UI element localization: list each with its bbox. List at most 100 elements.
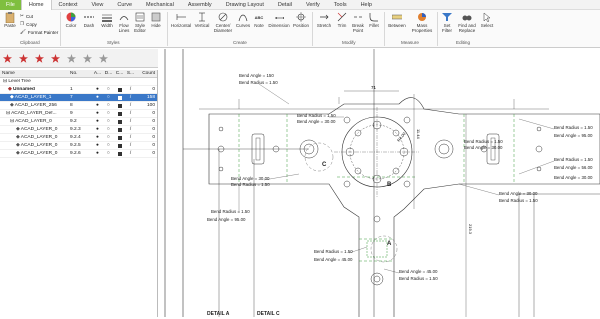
layer-row[interactable]: ◆ ACAD_LAYER_0 9.2.6 ● ○ / 0 bbox=[0, 150, 157, 158]
active-icon[interactable]: ● bbox=[92, 103, 103, 108]
menu-context[interactable]: Context bbox=[52, 0, 85, 10]
active-icon[interactable]: ● bbox=[92, 119, 103, 124]
dimension-button[interactable]: Dimension bbox=[268, 12, 290, 28]
display-icon[interactable]: ○ bbox=[103, 111, 114, 116]
active-icon[interactable]: ● bbox=[92, 87, 103, 92]
display-icon[interactable]: ○ bbox=[103, 127, 114, 132]
style-icon[interactable]: / bbox=[125, 119, 136, 124]
menu-view[interactable]: View bbox=[85, 0, 111, 10]
color-button[interactable]: Color bbox=[63, 12, 79, 28]
style-icon[interactable]: / bbox=[125, 111, 136, 116]
menu-detail[interactable]: Detail bbox=[271, 0, 299, 10]
star-red-icon[interactable] bbox=[50, 53, 61, 64]
active-icon[interactable]: ● bbox=[92, 143, 103, 148]
layer-row[interactable]: ⊟ Level Tree bbox=[0, 78, 157, 86]
note-button[interactable]: ABC Note bbox=[252, 12, 266, 29]
style-icon[interactable]: / bbox=[125, 87, 136, 92]
layers-panel: Name No. A... D... C... S... Count ⊟ Lev… bbox=[0, 70, 158, 317]
fillet-button[interactable]: Fillet bbox=[367, 12, 381, 28]
select-button[interactable]: Select bbox=[480, 12, 494, 28]
mass-properties-button[interactable]: Mass Properties bbox=[409, 12, 435, 33]
star-gray-icon[interactable] bbox=[66, 53, 77, 64]
color-swatch-icon[interactable] bbox=[114, 127, 125, 132]
menu-mechanical[interactable]: Mechanical bbox=[139, 0, 181, 10]
star-red-icon[interactable] bbox=[34, 53, 45, 64]
break-point-button[interactable]: Break Point bbox=[351, 12, 365, 33]
menu-curve[interactable]: Curve bbox=[110, 0, 139, 10]
between-button[interactable]: Between bbox=[387, 12, 407, 28]
layer-row[interactable]: ⊟ ACAD_LAYER_0 9.2 ● ○ / 0 bbox=[0, 118, 157, 126]
copy-button[interactable]: ❐ Copy bbox=[20, 21, 37, 27]
style-icon[interactable]: / bbox=[125, 151, 136, 156]
color-swatch-icon[interactable] bbox=[114, 103, 125, 108]
layer-row[interactable]: ◆ ACAD_LAYER_256 8 ● ○ / 100 bbox=[0, 102, 157, 110]
cut-button[interactable]: ✂ Cut bbox=[20, 13, 33, 19]
active-icon[interactable]: ● bbox=[92, 135, 103, 140]
center-diameter-button[interactable]: Center/ Diameter bbox=[212, 12, 234, 33]
menu-assembly[interactable]: Assembly bbox=[181, 0, 219, 10]
layers-header: Name No. A... D... C... S... Count bbox=[0, 70, 157, 78]
menu-file[interactable]: File bbox=[0, 0, 21, 10]
active-icon[interactable]: ● bbox=[92, 111, 103, 116]
style-icon[interactable]: / bbox=[125, 135, 136, 140]
display-icon[interactable]: ○ bbox=[103, 95, 114, 100]
horizontal-button[interactable]: Horizontal bbox=[170, 12, 192, 28]
style-icon[interactable]: / bbox=[125, 95, 136, 100]
style-icon[interactable]: / bbox=[125, 127, 136, 132]
star-red-icon[interactable] bbox=[18, 53, 29, 64]
color-swatch-icon[interactable] bbox=[114, 119, 125, 124]
layer-row[interactable]: ◆ ACAD_LAYER_0 9.2.4 ● ○ / 0 bbox=[0, 134, 157, 142]
style-icon[interactable]: / bbox=[125, 143, 136, 148]
format-painter-button[interactable]: 🖌 Format Painter bbox=[20, 29, 58, 35]
style-icon[interactable]: / bbox=[125, 103, 136, 108]
display-icon[interactable]: ○ bbox=[103, 87, 114, 92]
vertical-button[interactable]: Vertical bbox=[194, 12, 210, 28]
active-icon[interactable]: ● bbox=[92, 151, 103, 156]
color-swatch-icon[interactable] bbox=[114, 143, 125, 148]
menu-home[interactable]: Home bbox=[20, 0, 52, 10]
layer-row[interactable]: ⊟ ACAD_LAYER_Def... 9 ● ○ / 0 bbox=[0, 110, 157, 118]
stretch-button[interactable]: Stretch bbox=[315, 12, 333, 28]
star-gray-icon[interactable] bbox=[98, 53, 109, 64]
color-swatch-icon[interactable] bbox=[114, 151, 125, 156]
color-swatch-icon[interactable] bbox=[114, 135, 125, 140]
display-icon[interactable]: ○ bbox=[103, 103, 114, 108]
display-icon[interactable]: ○ bbox=[103, 143, 114, 148]
star-gray-icon[interactable] bbox=[82, 53, 93, 64]
display-icon[interactable]: ○ bbox=[103, 151, 114, 156]
detail-label: A bbox=[387, 241, 392, 247]
dash-button[interactable]: Dash bbox=[81, 12, 97, 28]
flow-lines-button[interactable]: Flow Lines bbox=[117, 12, 131, 33]
bend-annotation: Bend Angle = 30.00 bbox=[231, 176, 270, 181]
color-swatch-icon[interactable] bbox=[114, 87, 125, 92]
active-icon[interactable]: ● bbox=[92, 95, 103, 100]
hide-button[interactable]: Hide bbox=[149, 12, 163, 28]
position-icon bbox=[296, 12, 306, 22]
detail-label: B bbox=[387, 182, 392, 188]
layer-row[interactable]: ◆ ACAD_LAYER_0 9.2.5 ● ○ / 0 bbox=[0, 142, 157, 150]
trim-button[interactable]: Trim bbox=[335, 12, 349, 28]
color-swatch-icon[interactable] bbox=[114, 111, 125, 116]
menu-verify[interactable]: Verify bbox=[299, 0, 327, 10]
find-replace-button[interactable]: Find and Replace bbox=[456, 12, 478, 33]
layer-row[interactable]: ◆ ACAD_LAYER_0 9.2.3 ● ○ / 0 bbox=[0, 126, 157, 134]
display-icon[interactable]: ○ bbox=[103, 119, 114, 124]
menu-tools[interactable]: Tools bbox=[327, 0, 354, 10]
layer-row[interactable]: ◆ Unnamed 1 ● ○ / 0 bbox=[0, 86, 157, 94]
paste-button[interactable]: Paste bbox=[3, 11, 17, 28]
active-icon[interactable]: ● bbox=[92, 127, 103, 132]
set-filter-button[interactable]: Set Filter bbox=[440, 12, 454, 33]
layer-row-selected[interactable]: ◆ ACAD_LAYER_1 7 ● ○ / 158 bbox=[0, 94, 157, 102]
menu-drawing-layout[interactable]: Drawing Layout bbox=[219, 0, 271, 10]
width-button[interactable]: Width bbox=[99, 12, 115, 28]
curves-button[interactable]: Curves bbox=[236, 12, 250, 28]
color-swatch-icon[interactable] bbox=[114, 95, 125, 100]
display-icon[interactable]: ○ bbox=[103, 135, 114, 140]
menu-help[interactable]: Help bbox=[354, 0, 379, 10]
position-button[interactable]: Position bbox=[292, 12, 310, 28]
bend-annotation: Bend Angle = 30.00 bbox=[499, 191, 538, 196]
style-editor-button[interactable]: Style Editor bbox=[133, 12, 147, 33]
drawing-svg[interactable]: 71 R4.00 219.3 11.44 Bend Angle = 150 Be… bbox=[159, 49, 600, 319]
star-red-icon[interactable] bbox=[2, 53, 13, 64]
drawing-canvas[interactable]: 71 R4.00 219.3 11.44 Bend Angle = 150 Be… bbox=[159, 49, 600, 319]
